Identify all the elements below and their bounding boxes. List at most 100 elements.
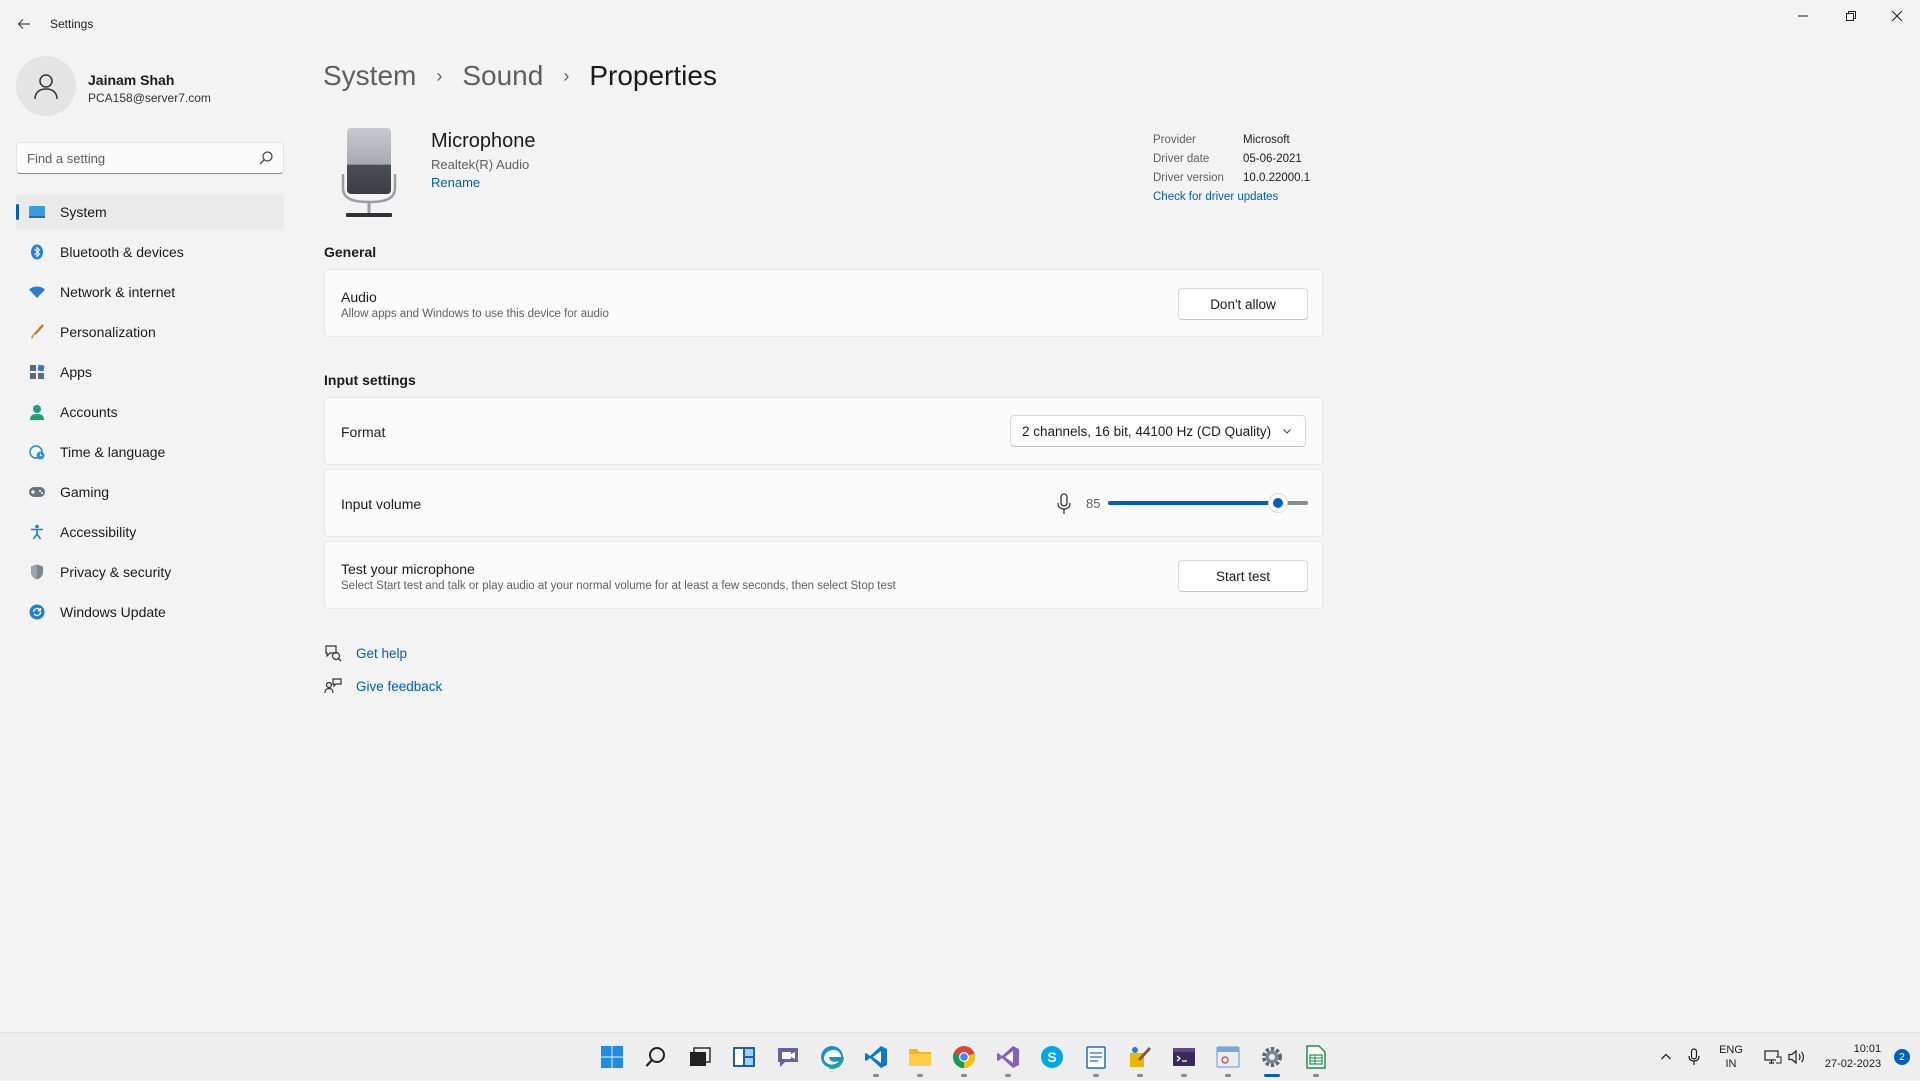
sidebar-item-privacy-security[interactable]: Privacy & security <box>16 554 284 590</box>
driver-key: Driver date <box>1153 153 1210 165</box>
taskbar: S ENG IN 10:01 27-02-2023 2 <box>0 1032 1920 1080</box>
widgets-button[interactable] <box>722 1033 766 1081</box>
excel-button[interactable] <box>1294 1033 1338 1081</box>
start-test-button[interactable]: Start test <box>1178 560 1308 592</box>
file-explorer-button[interactable] <box>898 1033 942 1081</box>
feedback-icon <box>324 677 342 695</box>
paint-button[interactable] <box>1118 1033 1162 1081</box>
slider-thumb[interactable] <box>1268 493 1288 513</box>
brush-icon <box>28 323 46 341</box>
terminal-button[interactable] <box>1162 1033 1206 1081</box>
search-icon[interactable] <box>259 151 273 165</box>
chevron-down-icon <box>1283 429 1291 434</box>
breadcrumb: System › Sound › Properties <box>323 56 717 96</box>
running-indicator <box>1137 1074 1143 1077</box>
sidebar-item-personalization[interactable]: Personalization <box>16 314 284 350</box>
device-subtitle: Realtek(R) Audio <box>431 157 530 172</box>
rename-link[interactable]: Rename <box>431 175 480 190</box>
input-volume-slider[interactable] <box>1108 493 1308 513</box>
terminal-icon <box>1173 1048 1195 1066</box>
sidebar-item-bluetooth-devices[interactable]: Bluetooth & devices <box>16 234 284 270</box>
file-explorer-icon <box>909 1049 931 1066</box>
driver-key: Driver version <box>1153 172 1224 184</box>
sidebar-item-time-language[interactable]: Time & language <box>16 434 284 470</box>
skype-icon: S <box>1041 1046 1063 1068</box>
check-driver-updates-link[interactable]: Check for driver updates <box>1153 191 1310 203</box>
driver-value: Microsoft <box>1243 134 1290 146</box>
microphone-device-icon <box>341 128 397 217</box>
breadcrumb-properties: Properties <box>589 60 717 91</box>
clock-time: 10:01 <box>1853 1043 1882 1055</box>
driver-value: 10.0.22000.1 <box>1243 172 1311 184</box>
sidebar-item-windows-update[interactable]: Windows Update <box>16 594 284 630</box>
back-button[interactable] <box>10 11 38 37</box>
running-indicator <box>873 1074 879 1077</box>
clock-button[interactable]: 10:01 27-02-2023 <box>1820 1033 1886 1081</box>
audio-description: Allow apps and Windows to use this devic… <box>341 308 609 320</box>
taskbar-search-button[interactable] <box>634 1033 678 1081</box>
slider-fill <box>1108 501 1278 505</box>
sidebar-item-apps[interactable]: Apps <box>16 354 284 390</box>
quick-settings-button[interactable] <box>1756 1033 1814 1081</box>
notifications-button[interactable]: 2 <box>1892 1033 1912 1081</box>
chrome-icon <box>952 1046 976 1069</box>
sidebar-item-label: System <box>60 204 107 220</box>
input-language-button[interactable]: ENG IN <box>1716 1033 1746 1081</box>
update-icon <box>28 603 46 621</box>
microphone-in-use-button[interactable] <box>1682 1033 1706 1081</box>
chevron-right-icon: › <box>436 65 443 86</box>
chevron-right-icon: › <box>563 65 570 86</box>
person-icon <box>28 403 46 421</box>
skype-button[interactable]: S <box>1030 1033 1074 1081</box>
close-button[interactable] <box>1874 0 1920 32</box>
breadcrumb-sound[interactable]: Sound <box>462 60 543 92</box>
chrome-button[interactable] <box>942 1033 986 1081</box>
excel-icon <box>1306 1045 1326 1069</box>
get-help-link[interactable]: Get help <box>324 642 407 664</box>
settings-button[interactable] <box>1250 1033 1294 1081</box>
vscode-button[interactable] <box>854 1033 898 1081</box>
running-indicator <box>1005 1074 1011 1077</box>
driver-key: Provider <box>1153 134 1196 146</box>
start-button[interactable] <box>590 1033 634 1081</box>
paint-icon <box>1130 1047 1151 1067</box>
sidebar-item-label: Personalization <box>60 324 156 340</box>
visual-studio-button[interactable] <box>986 1033 1030 1081</box>
sidebar-item-network-internet[interactable]: Network & internet <box>16 274 284 310</box>
running-indicator <box>1093 1074 1099 1077</box>
driver-row-date: Driver date 05-06-2021 <box>1153 153 1310 172</box>
test-microphone-title: Test your microphone <box>341 561 475 577</box>
restore-button[interactable] <box>1828 0 1874 32</box>
edge-button[interactable] <box>810 1033 854 1081</box>
snipping-tool-button[interactable] <box>1206 1033 1250 1081</box>
sidebar-item-accessibility[interactable]: Accessibility <box>16 514 284 550</box>
apps-icon <box>28 363 46 381</box>
vscode-icon <box>865 1046 887 1068</box>
task-view-button[interactable] <box>678 1033 722 1081</box>
breadcrumb-system[interactable]: System <box>323 60 416 92</box>
test-microphone-description: Select Start test and talk or play audio… <box>341 580 896 592</box>
language-code: ENG <box>1719 1044 1743 1056</box>
show-hidden-icons-button[interactable] <box>1654 1033 1678 1081</box>
help-chat-icon <box>324 644 342 662</box>
minimize-icon <box>1798 15 1808 17</box>
minimize-button[interactable] <box>1780 0 1826 32</box>
notepad-button[interactable] <box>1074 1033 1118 1081</box>
visual-studio-icon <box>997 1046 1019 1068</box>
format-dropdown[interactable]: 2 channels, 16 bit, 44100 Hz (CD Quality… <box>1010 415 1306 447</box>
give-feedback-link[interactable]: Give feedback <box>324 675 442 697</box>
user-email: PCA158@server7.com <box>88 91 211 105</box>
sidebar-item-system[interactable]: System <box>16 194 284 230</box>
sidebar-item-accounts[interactable]: Accounts <box>16 394 284 430</box>
running-indicator <box>1313 1074 1319 1077</box>
search-input[interactable] <box>17 143 247 173</box>
sidebar-item-gaming[interactable]: Gaming <box>16 474 284 510</box>
input-settings-heading: Input settings <box>324 372 416 388</box>
input-volume-label: Input volume <box>341 496 422 512</box>
user-profile[interactable]: Jainam Shah PCA158@server7.com <box>16 56 286 120</box>
accessibility-icon <box>28 523 46 541</box>
dont-allow-button[interactable]: Don't allow <box>1178 288 1308 320</box>
settings-icon <box>1262 1047 1282 1067</box>
test-microphone-card: Test your microphone Select Start test a… <box>324 541 1323 609</box>
teams-chat-button[interactable] <box>766 1033 810 1081</box>
